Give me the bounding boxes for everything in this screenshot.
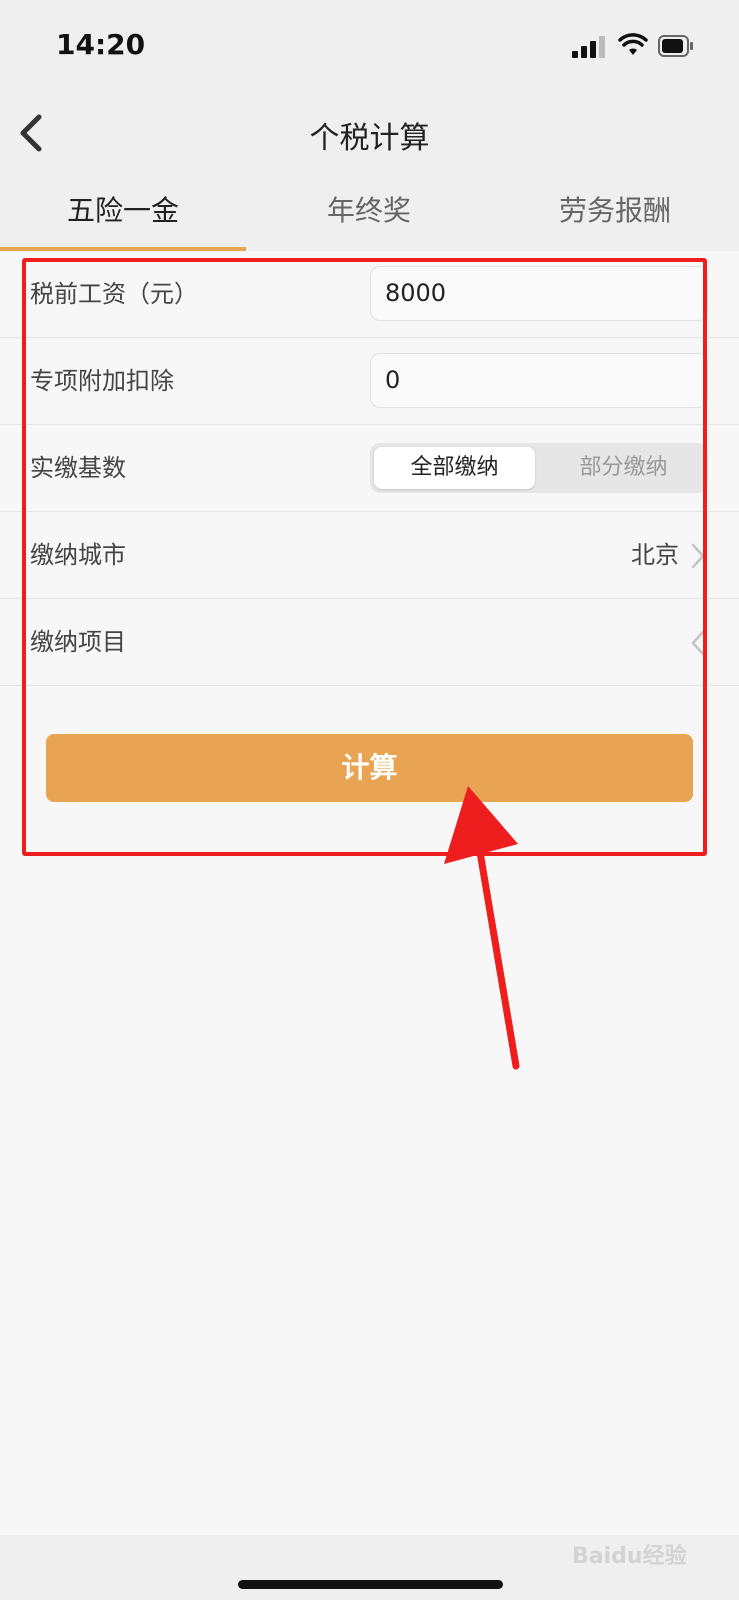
wifi-icon <box>618 33 648 55</box>
status-bar: 14:20 <box>0 0 739 95</box>
tab-year-end-bonus[interactable]: 年终奖 <box>246 175 492 247</box>
annotation-highlight-box <box>22 258 707 856</box>
page-title: 个税计算 <box>309 121 430 156</box>
watermark-logo: Baidu经验 <box>572 1544 687 1569</box>
annotation-arrow-icon <box>444 786 520 1070</box>
tab-bar: 五险一金 年终奖 劳务报酬 <box>0 175 739 251</box>
status-time: 14:20 <box>56 28 146 61</box>
tab-labor-remuneration[interactable]: 劳务报酬 <box>492 175 738 247</box>
battery-icon <box>658 35 693 57</box>
navigation-bar: 个税计算 <box>0 95 739 175</box>
home-indicator[interactable] <box>238 1580 503 1589</box>
tab-insurance-fund[interactable]: 五险一金 <box>0 175 246 247</box>
cellular-signal-icon <box>572 36 605 58</box>
